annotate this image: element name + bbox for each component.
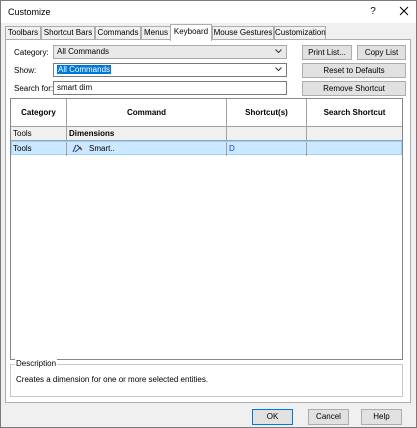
row-shortcut[interactable] — [227, 127, 307, 141]
tab-toolbars[interactable]: Toolbars — [5, 26, 41, 40]
category-select-value: All Commands — [57, 47, 110, 56]
tab-mouse-gestures[interactable]: Mouse Gestures — [212, 26, 274, 40]
chevron-down-icon — [275, 49, 282, 54]
row-category: Tools — [11, 127, 67, 141]
window-title: Customize — [8, 7, 51, 17]
reset-to-defaults-button[interactable]: Reset to Defaults — [302, 63, 406, 78]
show-label: Show: — [14, 66, 37, 75]
shortcut-table: Category Command Shortcut(s) Search Shor… — [10, 98, 403, 360]
table-row[interactable]: Tools Dimensions — [11, 127, 402, 141]
header-command[interactable]: Command — [67, 99, 227, 127]
description-title: Description — [15, 359, 58, 368]
description-group: Description Creates a dimension for one … — [10, 359, 403, 397]
search-label: Search for: — [14, 84, 54, 93]
cancel-button[interactable]: Cancel — [308, 409, 349, 425]
row-command: Dimensions — [67, 127, 227, 141]
header-shortcuts[interactable]: Shortcut(s) — [227, 99, 307, 127]
print-list-button[interactable]: Print List... — [302, 45, 352, 60]
tab-shortcut-bars[interactable]: Shortcut Bars — [41, 26, 95, 40]
tab-commands[interactable]: Commands — [95, 26, 141, 40]
search-input[interactable]: smart dim — [53, 81, 287, 95]
category-label: Category: — [14, 48, 49, 57]
title-bar: Customize ? — [1, 1, 416, 23]
tab-keyboard[interactable]: Keyboard — [170, 24, 212, 41]
help-button[interactable]: Help — [361, 409, 402, 425]
show-select[interactable]: All Commands — [53, 63, 287, 77]
description-text: Creates a dimension for one or more sele… — [16, 375, 209, 384]
table-header: Category Command Shortcut(s) Search Shor… — [11, 99, 402, 127]
row-command-cell: Smart.. — [67, 142, 227, 156]
header-category[interactable]: Category — [11, 99, 67, 127]
row-command: Smart.. — [89, 144, 115, 153]
help-title-button[interactable]: ? — [362, 3, 384, 20]
copy-list-button[interactable]: Copy List — [357, 45, 406, 60]
remove-shortcut-button[interactable]: Remove Shortcut — [302, 81, 406, 96]
show-select-value: All Commands — [57, 65, 112, 74]
customize-dialog: Customize ? Toolbars Shortcut Bars Comma… — [0, 0, 417, 428]
table-row-selected[interactable]: Tools Smart.. D — [11, 141, 402, 156]
row-search-shortcut[interactable] — [307, 142, 402, 156]
header-search-shortcut[interactable]: Search Shortcut — [307, 99, 402, 127]
smart-dimension-icon — [72, 145, 83, 153]
ok-button[interactable]: OK — [252, 409, 293, 425]
category-select[interactable]: All Commands — [53, 45, 287, 59]
row-category: Tools — [11, 142, 67, 156]
chevron-down-icon — [275, 67, 282, 72]
close-icon — [399, 6, 409, 16]
tab-menus[interactable]: Menus — [141, 26, 171, 40]
close-button[interactable] — [394, 3, 414, 20]
tab-customization[interactable]: Customization — [274, 26, 326, 40]
row-search-shortcut[interactable] — [307, 127, 402, 141]
row-shortcut[interactable]: D — [227, 142, 307, 156]
